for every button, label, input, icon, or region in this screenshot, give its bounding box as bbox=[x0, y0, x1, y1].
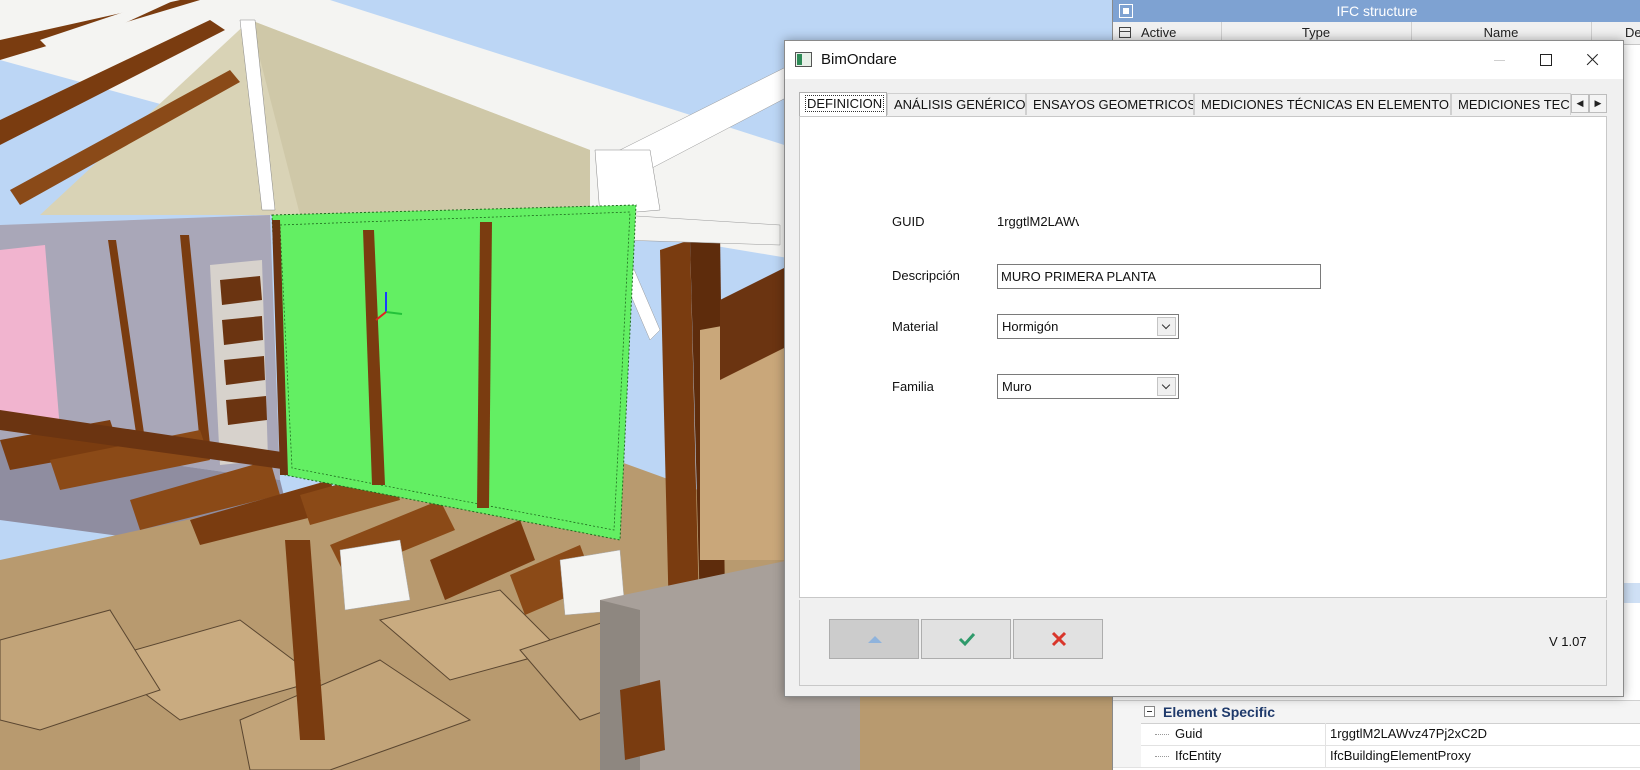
tab-left-arrow-icon[interactable]: ◀ bbox=[1571, 94, 1589, 113]
ifc-panel-title: IFC structure bbox=[1336, 3, 1418, 19]
dialog-title: BimOndare bbox=[821, 51, 897, 68]
tab-mediciones-tecnicas[interactable]: MEDICIONES TECNICAS bbox=[1451, 93, 1571, 115]
descripcion-label: Descripción bbox=[892, 268, 960, 283]
property-key: Guid bbox=[1175, 726, 1203, 741]
property-key: IfcEntity bbox=[1175, 748, 1222, 763]
dialog-titlebar[interactable]: BimOndare bbox=[785, 41, 1623, 79]
check-icon bbox=[958, 632, 976, 647]
ifc-pin-icon[interactable] bbox=[1119, 4, 1133, 18]
property-row-guid[interactable]: Guid 1rggtlM2LAWvz47Pj2xC2D bbox=[1113, 723, 1640, 746]
x-icon bbox=[1051, 631, 1067, 647]
tab-ensayos-geometricos[interactable]: ENSAYOS GEOMETRICOS bbox=[1026, 93, 1194, 115]
maximize-icon[interactable] bbox=[1523, 41, 1569, 79]
property-group-element-specific[interactable]: Element Specific bbox=[1113, 700, 1640, 724]
tree-connector bbox=[1155, 734, 1169, 735]
column-description[interactable]: Des bbox=[1623, 22, 1640, 44]
material-selected-value: Hormigón bbox=[1002, 319, 1059, 334]
dropdown-chevron-icon[interactable] bbox=[1157, 377, 1176, 396]
accept-button[interactable] bbox=[921, 619, 1011, 659]
tab-label: DEFINICION bbox=[804, 95, 885, 112]
minimize-icon[interactable] bbox=[1477, 41, 1523, 79]
descripcion-input[interactable] bbox=[997, 264, 1321, 289]
familia-select[interactable]: Muro bbox=[997, 374, 1179, 399]
property-value[interactable]: IfcBuildingElementProxy bbox=[1325, 745, 1640, 767]
tab-label: ENSAYOS GEOMETRICOS bbox=[1033, 97, 1194, 112]
familia-label: Familia bbox=[892, 379, 934, 394]
cancel-button[interactable] bbox=[1013, 619, 1103, 659]
tree-selection-highlight bbox=[1623, 583, 1640, 603]
property-value[interactable]: 1rggtlM2LAWvz47Pj2xC2D bbox=[1325, 723, 1640, 745]
tab-analisis-generico[interactable]: ANÁLISIS GENÉRICO bbox=[887, 93, 1026, 115]
app-icon bbox=[795, 52, 812, 67]
tab-label: ANÁLISIS GENÉRICO bbox=[894, 97, 1026, 112]
bimondare-dialog: BimOndare DEFINICION ANÁLISIS GENÉRICO E… bbox=[784, 40, 1624, 697]
material-select[interactable]: Hormigón bbox=[997, 314, 1179, 339]
tab-mediciones-tecnicas-elementos[interactable]: MEDICIONES TÉCNICAS EN ELEMENTOS bbox=[1194, 93, 1451, 115]
dropdown-chevron-icon[interactable] bbox=[1157, 317, 1176, 336]
tab-label: MEDICIONES TÉCNICAS EN ELEMENTOS bbox=[1201, 97, 1451, 112]
material-label: Material bbox=[892, 319, 939, 334]
property-group-label: Element Specific bbox=[1163, 704, 1276, 720]
tab-strip: DEFINICION ANÁLISIS GENÉRICO ENSAYOS GEO… bbox=[799, 92, 1609, 117]
guid-value: 1rggtlM2LAWvz47Pj2xC2D bbox=[997, 214, 1079, 229]
collapse-minus-icon[interactable] bbox=[1144, 706, 1155, 717]
row-gutter bbox=[1113, 723, 1141, 745]
row-gutter bbox=[1113, 745, 1141, 767]
tab-right-arrow-icon[interactable]: ▶ bbox=[1589, 94, 1607, 113]
property-row-ifcentity[interactable]: IfcEntity IfcBuildingElementProxy bbox=[1113, 745, 1640, 768]
up-arrow-icon bbox=[868, 636, 882, 643]
move-up-button[interactable] bbox=[829, 619, 919, 659]
tree-connector bbox=[1155, 756, 1169, 757]
close-icon[interactable] bbox=[1569, 41, 1615, 79]
tab-label: MEDICIONES TECNICAS bbox=[1458, 97, 1570, 112]
version-label: V 1.07 bbox=[1549, 634, 1587, 649]
guid-label: GUID bbox=[892, 214, 925, 229]
ifc-panel-header: IFC structure bbox=[1113, 0, 1640, 22]
tab-definicion[interactable]: DEFINICION bbox=[799, 92, 887, 117]
familia-selected-value: Muro bbox=[1002, 379, 1032, 394]
table-icon[interactable] bbox=[1119, 27, 1131, 38]
definicion-tab-panel: GUID 1rggtlM2LAWvz47Pj2xC2D Descripción … bbox=[799, 116, 1607, 598]
